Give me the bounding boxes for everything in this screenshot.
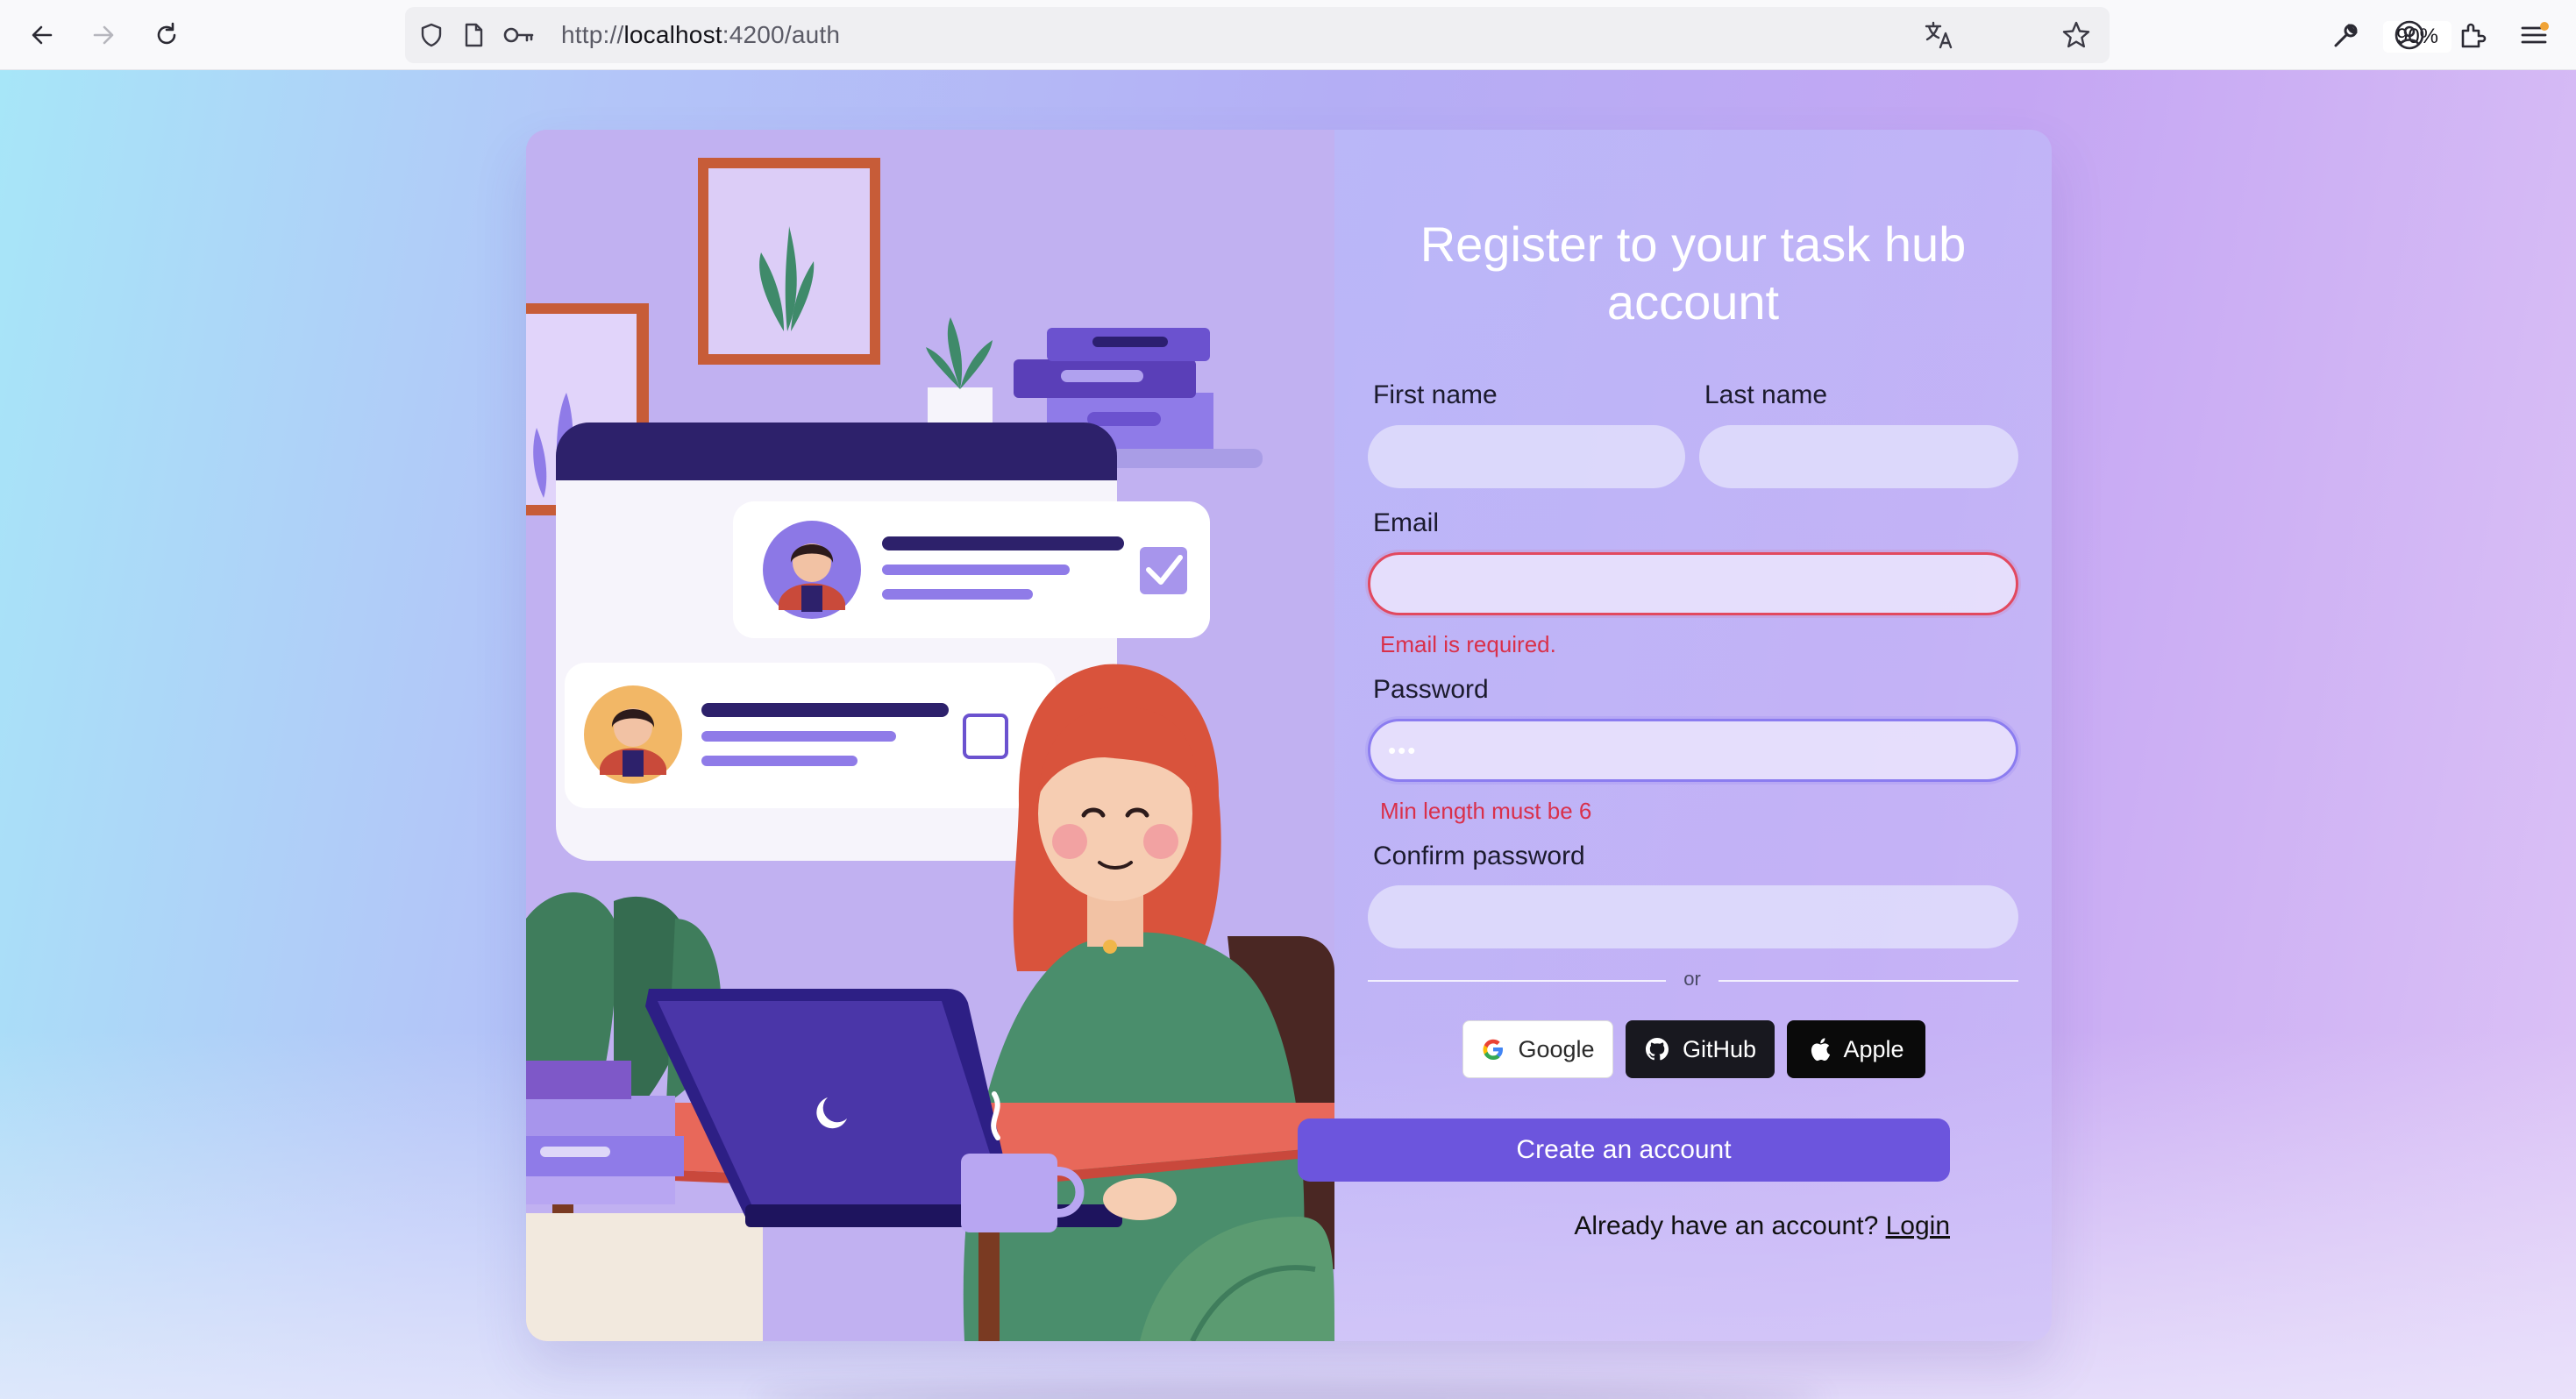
apple-button[interactable]: Apple: [1787, 1020, 1925, 1078]
menu-icon[interactable]: [2516, 18, 2551, 53]
or-separator: or: [1683, 968, 1701, 990]
url-path: :4200/auth: [722, 21, 841, 48]
back-arrow-icon: [32, 25, 53, 45]
reload-icon: [157, 22, 176, 45]
url-prefix: http://: [561, 21, 624, 48]
back-button[interactable]: [21, 14, 63, 56]
url-text[interactable]: http://localhost:4200/auth: [561, 7, 840, 63]
create-account-button[interactable]: Create an account: [1298, 1118, 1950, 1182]
login-link[interactable]: Login: [1886, 1211, 1950, 1240]
apple-label: Apple: [1843, 1035, 1904, 1062]
shield-icon[interactable]: [417, 21, 445, 49]
github-label: GitHub: [1682, 1035, 1757, 1062]
divider-right: [1719, 980, 2018, 982]
forward-button[interactable]: [82, 14, 125, 56]
account-icon[interactable]: [2392, 18, 2427, 53]
key-icon[interactable]: [502, 21, 537, 49]
url-host: localhost: [623, 21, 722, 48]
page-background: Register to your task hub account First …: [0, 70, 2576, 1399]
wrench-icon[interactable]: [2329, 18, 2364, 53]
login-prompt-text: Already have an account?: [1574, 1211, 1879, 1240]
browser-toolbar: http://localhost:4200/auth 90%: [0, 0, 2576, 70]
last-name-input[interactable]: [1699, 425, 2018, 488]
forward-arrow-icon: [93, 25, 114, 45]
apple-logo-icon: [1811, 1038, 1831, 1062]
github-logo-icon: [1645, 1038, 1669, 1061]
google-label: Google: [1518, 1035, 1595, 1062]
social-buttons-row: Google GitHub Apple: [808, 70, 1925, 1399]
google-logo-icon: [1483, 1039, 1504, 1060]
last-name-label: Last name: [1704, 380, 1828, 409]
extensions-icon[interactable]: [2455, 18, 2490, 53]
star-icon[interactable]: [2060, 21, 2092, 49]
github-button[interactable]: GitHub: [1626, 1020, 1775, 1078]
google-button[interactable]: Google: [1462, 1020, 1613, 1078]
translate-icon[interactable]: [1922, 21, 1957, 49]
login-prompt: Already have an account? Login: [1394, 1211, 1950, 1241]
reload-button[interactable]: [146, 14, 188, 56]
page-icon[interactable]: [459, 21, 487, 49]
address-bar[interactable]: http://localhost:4200/auth 90%: [405, 7, 2451, 63]
